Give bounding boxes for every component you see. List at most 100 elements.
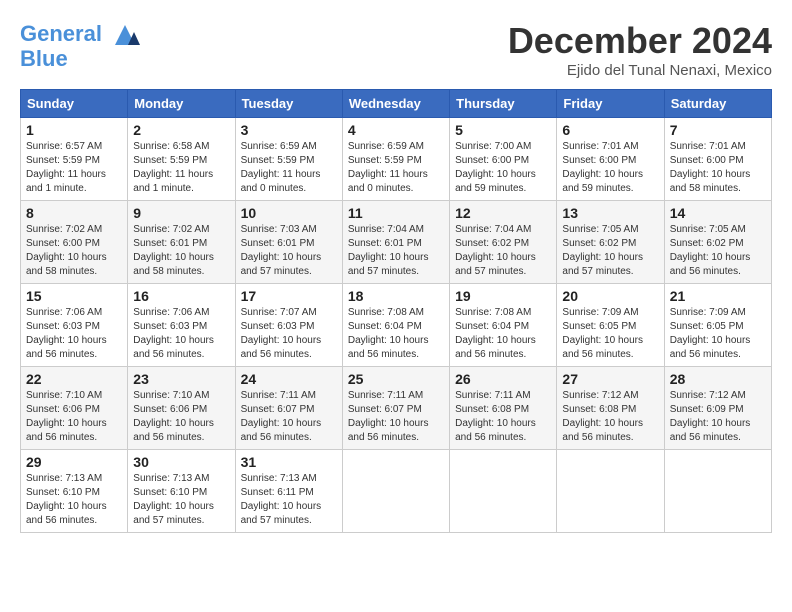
calendar-day-cell: 7 Sunrise: 7:01 AM Sunset: 6:00 PM Dayli… [664, 118, 771, 201]
day-info: Sunrise: 6:57 AM Sunset: 5:59 PM Dayligh… [26, 140, 122, 196]
day-info: Sunrise: 7:12 AM Sunset: 6:08 PM Dayligh… [562, 389, 658, 445]
empty-cell [664, 450, 771, 533]
day-info: Sunrise: 7:07 AM Sunset: 6:03 PM Dayligh… [241, 306, 337, 362]
day-info: Sunrise: 7:04 AM Sunset: 6:01 PM Dayligh… [348, 223, 444, 279]
calendar-day-cell: 12 Sunrise: 7:04 AM Sunset: 6:02 PM Dayl… [450, 201, 557, 284]
day-number: 17 [241, 288, 337, 304]
day-info: Sunrise: 7:06 AM Sunset: 6:03 PM Dayligh… [26, 306, 122, 362]
location-title: Ejido del Tunal Nenaxi, Mexico [508, 62, 772, 79]
day-info: Sunrise: 7:10 AM Sunset: 6:06 PM Dayligh… [133, 389, 229, 445]
weekday-header: Tuesday [235, 90, 342, 118]
weekday-header: Friday [557, 90, 664, 118]
day-number: 29 [26, 454, 122, 470]
day-info: Sunrise: 7:01 AM Sunset: 6:00 PM Dayligh… [562, 140, 658, 196]
day-info: Sunrise: 7:11 AM Sunset: 6:07 PM Dayligh… [348, 389, 444, 445]
day-number: 5 [455, 122, 551, 138]
day-number: 1 [26, 122, 122, 138]
calendar-day-cell: 3 Sunrise: 6:59 AM Sunset: 5:59 PM Dayli… [235, 118, 342, 201]
day-number: 3 [241, 122, 337, 138]
calendar-day-cell: 25 Sunrise: 7:11 AM Sunset: 6:07 PM Dayl… [342, 367, 449, 450]
day-info: Sunrise: 7:03 AM Sunset: 6:01 PM Dayligh… [241, 223, 337, 279]
day-number: 6 [562, 122, 658, 138]
day-number: 15 [26, 288, 122, 304]
calendar-day-cell: 19 Sunrise: 7:08 AM Sunset: 6:04 PM Dayl… [450, 284, 557, 367]
day-info: Sunrise: 7:09 AM Sunset: 6:05 PM Dayligh… [562, 306, 658, 362]
calendar-day-cell: 20 Sunrise: 7:09 AM Sunset: 6:05 PM Dayl… [557, 284, 664, 367]
day-number: 27 [562, 371, 658, 387]
day-number: 11 [348, 205, 444, 221]
calendar-day-cell: 5 Sunrise: 7:00 AM Sunset: 6:00 PM Dayli… [450, 118, 557, 201]
calendar-day-cell: 27 Sunrise: 7:12 AM Sunset: 6:08 PM Dayl… [557, 367, 664, 450]
month-title: December 2024 [508, 20, 772, 62]
day-info: Sunrise: 7:06 AM Sunset: 6:03 PM Dayligh… [133, 306, 229, 362]
day-number: 28 [670, 371, 766, 387]
day-info: Sunrise: 7:00 AM Sunset: 6:00 PM Dayligh… [455, 140, 551, 196]
calendar-day-cell: 24 Sunrise: 7:11 AM Sunset: 6:07 PM Dayl… [235, 367, 342, 450]
day-number: 24 [241, 371, 337, 387]
day-info: Sunrise: 7:05 AM Sunset: 6:02 PM Dayligh… [670, 223, 766, 279]
title-area: December 2024 Ejido del Tunal Nenaxi, Me… [508, 20, 772, 79]
day-info: Sunrise: 7:08 AM Sunset: 6:04 PM Dayligh… [348, 306, 444, 362]
day-info: Sunrise: 7:13 AM Sunset: 6:11 PM Dayligh… [241, 472, 337, 528]
calendar-day-cell: 28 Sunrise: 7:12 AM Sunset: 6:09 PM Dayl… [664, 367, 771, 450]
day-number: 16 [133, 288, 229, 304]
calendar-day-cell: 10 Sunrise: 7:03 AM Sunset: 6:01 PM Dayl… [235, 201, 342, 284]
calendar-day-cell: 23 Sunrise: 7:10 AM Sunset: 6:06 PM Dayl… [128, 367, 235, 450]
calendar-day-cell: 13 Sunrise: 7:05 AM Sunset: 6:02 PM Dayl… [557, 201, 664, 284]
empty-cell [342, 450, 449, 533]
day-info: Sunrise: 7:02 AM Sunset: 6:01 PM Dayligh… [133, 223, 229, 279]
day-number: 21 [670, 288, 766, 304]
day-info: Sunrise: 6:58 AM Sunset: 5:59 PM Dayligh… [133, 140, 229, 196]
calendar-day-cell: 16 Sunrise: 7:06 AM Sunset: 6:03 PM Dayl… [128, 284, 235, 367]
calendar-day-cell: 31 Sunrise: 7:13 AM Sunset: 6:11 PM Dayl… [235, 450, 342, 533]
day-info: Sunrise: 6:59 AM Sunset: 5:59 PM Dayligh… [348, 140, 444, 196]
day-number: 9 [133, 205, 229, 221]
day-info: Sunrise: 7:02 AM Sunset: 6:00 PM Dayligh… [26, 223, 122, 279]
weekday-header: Saturday [664, 90, 771, 118]
day-info: Sunrise: 7:11 AM Sunset: 6:07 PM Dayligh… [241, 389, 337, 445]
day-info: Sunrise: 7:08 AM Sunset: 6:04 PM Dayligh… [455, 306, 551, 362]
day-info: Sunrise: 7:01 AM Sunset: 6:00 PM Dayligh… [670, 140, 766, 196]
day-number: 2 [133, 122, 229, 138]
calendar-day-cell: 11 Sunrise: 7:04 AM Sunset: 6:01 PM Dayl… [342, 201, 449, 284]
logo: General Blue [20, 20, 140, 72]
day-number: 14 [670, 205, 766, 221]
day-number: 19 [455, 288, 551, 304]
day-info: Sunrise: 7:09 AM Sunset: 6:05 PM Dayligh… [670, 306, 766, 362]
calendar-day-cell: 15 Sunrise: 7:06 AM Sunset: 6:03 PM Dayl… [21, 284, 128, 367]
empty-cell [450, 450, 557, 533]
day-info: Sunrise: 7:11 AM Sunset: 6:08 PM Dayligh… [455, 389, 551, 445]
calendar-day-cell: 2 Sunrise: 6:58 AM Sunset: 5:59 PM Dayli… [128, 118, 235, 201]
day-number: 20 [562, 288, 658, 304]
day-number: 30 [133, 454, 229, 470]
day-info: Sunrise: 7:04 AM Sunset: 6:02 PM Dayligh… [455, 223, 551, 279]
day-number: 10 [241, 205, 337, 221]
day-number: 12 [455, 205, 551, 221]
calendar-day-cell: 26 Sunrise: 7:11 AM Sunset: 6:08 PM Dayl… [450, 367, 557, 450]
calendar-day-cell: 8 Sunrise: 7:02 AM Sunset: 6:00 PM Dayli… [21, 201, 128, 284]
day-number: 31 [241, 454, 337, 470]
day-info: Sunrise: 6:59 AM Sunset: 5:59 PM Dayligh… [241, 140, 337, 196]
page-header: General Blue December 2024 Ejido del Tun… [20, 20, 772, 79]
day-number: 18 [348, 288, 444, 304]
calendar-day-cell: 4 Sunrise: 6:59 AM Sunset: 5:59 PM Dayli… [342, 118, 449, 201]
calendar-day-cell: 17 Sunrise: 7:07 AM Sunset: 6:03 PM Dayl… [235, 284, 342, 367]
calendar-day-cell: 21 Sunrise: 7:09 AM Sunset: 6:05 PM Dayl… [664, 284, 771, 367]
day-number: 26 [455, 371, 551, 387]
day-number: 4 [348, 122, 444, 138]
calendar-day-cell: 22 Sunrise: 7:10 AM Sunset: 6:06 PM Dayl… [21, 367, 128, 450]
empty-cell [557, 450, 664, 533]
weekday-header: Thursday [450, 90, 557, 118]
weekday-header: Wednesday [342, 90, 449, 118]
day-number: 25 [348, 371, 444, 387]
calendar-day-cell: 29 Sunrise: 7:13 AM Sunset: 6:10 PM Dayl… [21, 450, 128, 533]
calendar-day-cell: 30 Sunrise: 7:13 AM Sunset: 6:10 PM Dayl… [128, 450, 235, 533]
day-number: 7 [670, 122, 766, 138]
calendar-day-cell: 6 Sunrise: 7:01 AM Sunset: 6:00 PM Dayli… [557, 118, 664, 201]
day-info: Sunrise: 7:05 AM Sunset: 6:02 PM Dayligh… [562, 223, 658, 279]
day-info: Sunrise: 7:12 AM Sunset: 6:09 PM Dayligh… [670, 389, 766, 445]
weekday-header: Sunday [21, 90, 128, 118]
calendar-day-cell: 9 Sunrise: 7:02 AM Sunset: 6:01 PM Dayli… [128, 201, 235, 284]
day-info: Sunrise: 7:10 AM Sunset: 6:06 PM Dayligh… [26, 389, 122, 445]
day-number: 22 [26, 371, 122, 387]
